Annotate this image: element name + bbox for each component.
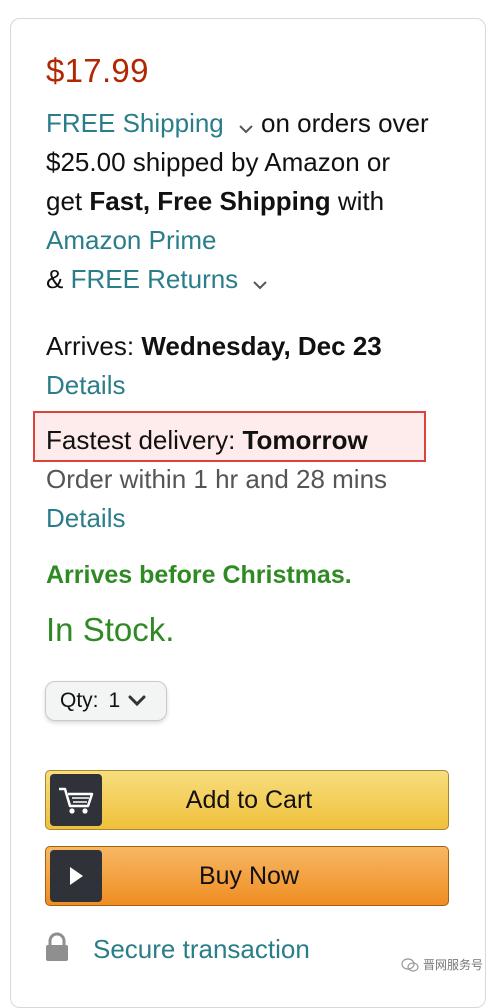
secure-transaction-link[interactable]: Secure transaction xyxy=(93,934,310,965)
add-to-cart-label: Add to Cart xyxy=(185,785,313,814)
watermark-text: 晋网服务号 xyxy=(423,958,484,972)
add-to-cart-button[interactable]: Add to Cart xyxy=(45,770,449,830)
arrives-line: Arrives: Wednesday, Dec 23 xyxy=(46,331,382,361)
chevron-down-icon xyxy=(128,695,146,707)
christmas-note: Arrives before Christmas. xyxy=(46,561,352,589)
watermark: 晋网服务号 xyxy=(401,956,483,973)
cart-icon xyxy=(50,774,102,826)
shipping-line-3-prefix: get xyxy=(46,186,83,216)
fast-free-shipping-text: Fast, Free Shipping xyxy=(89,186,331,216)
free-shipping-link[interactable]: FREE Shipping xyxy=(46,108,224,138)
fastest-delivery-line: Fastest delivery: Tomorrow xyxy=(46,425,368,455)
shipping-line-1: FREE Shipping on orders over xyxy=(46,108,429,140)
returns-line: & FREE Returns xyxy=(46,264,268,296)
shipping-line-3-suffix: with xyxy=(337,186,385,216)
fastest-delivery-label: Fastest delivery: xyxy=(46,425,236,455)
buy-now-button[interactable]: Buy Now xyxy=(45,846,449,906)
shipping-line-3: get Fast, Free Shipping with xyxy=(46,186,384,216)
quantity-value: 1 xyxy=(108,689,121,712)
play-icon xyxy=(50,850,102,902)
quantity-select[interactable]: Qty: 1 xyxy=(45,681,167,721)
returns-prefix: & xyxy=(46,264,64,294)
stock-status: In Stock. xyxy=(46,611,175,648)
details-link-2[interactable]: Details xyxy=(46,503,125,533)
order-within-text: Order within 1 hr and 28 mins xyxy=(46,464,388,494)
chevron-down-icon[interactable] xyxy=(252,266,268,296)
lock-icon xyxy=(44,932,70,967)
quantity-label: Qty: xyxy=(60,689,99,712)
amazon-prime-link[interactable]: Amazon Prime xyxy=(46,225,217,255)
chevron-down-icon[interactable] xyxy=(238,110,254,140)
arrives-date: Wednesday, Dec 23 xyxy=(141,331,382,361)
shipping-line-1-suffix: on orders over xyxy=(261,108,429,138)
fastest-delivery-value: Tomorrow xyxy=(242,425,368,455)
shipping-line-2: $25.00 shipped by Amazon or xyxy=(46,147,391,177)
details-link[interactable]: Details xyxy=(46,370,125,400)
product-price: $17.99 xyxy=(46,52,149,89)
wechat-icon xyxy=(401,957,419,972)
free-returns-link[interactable]: FREE Returns xyxy=(71,264,239,294)
arrives-label: Arrives: xyxy=(46,331,135,361)
buy-now-label: Buy Now xyxy=(198,861,300,890)
